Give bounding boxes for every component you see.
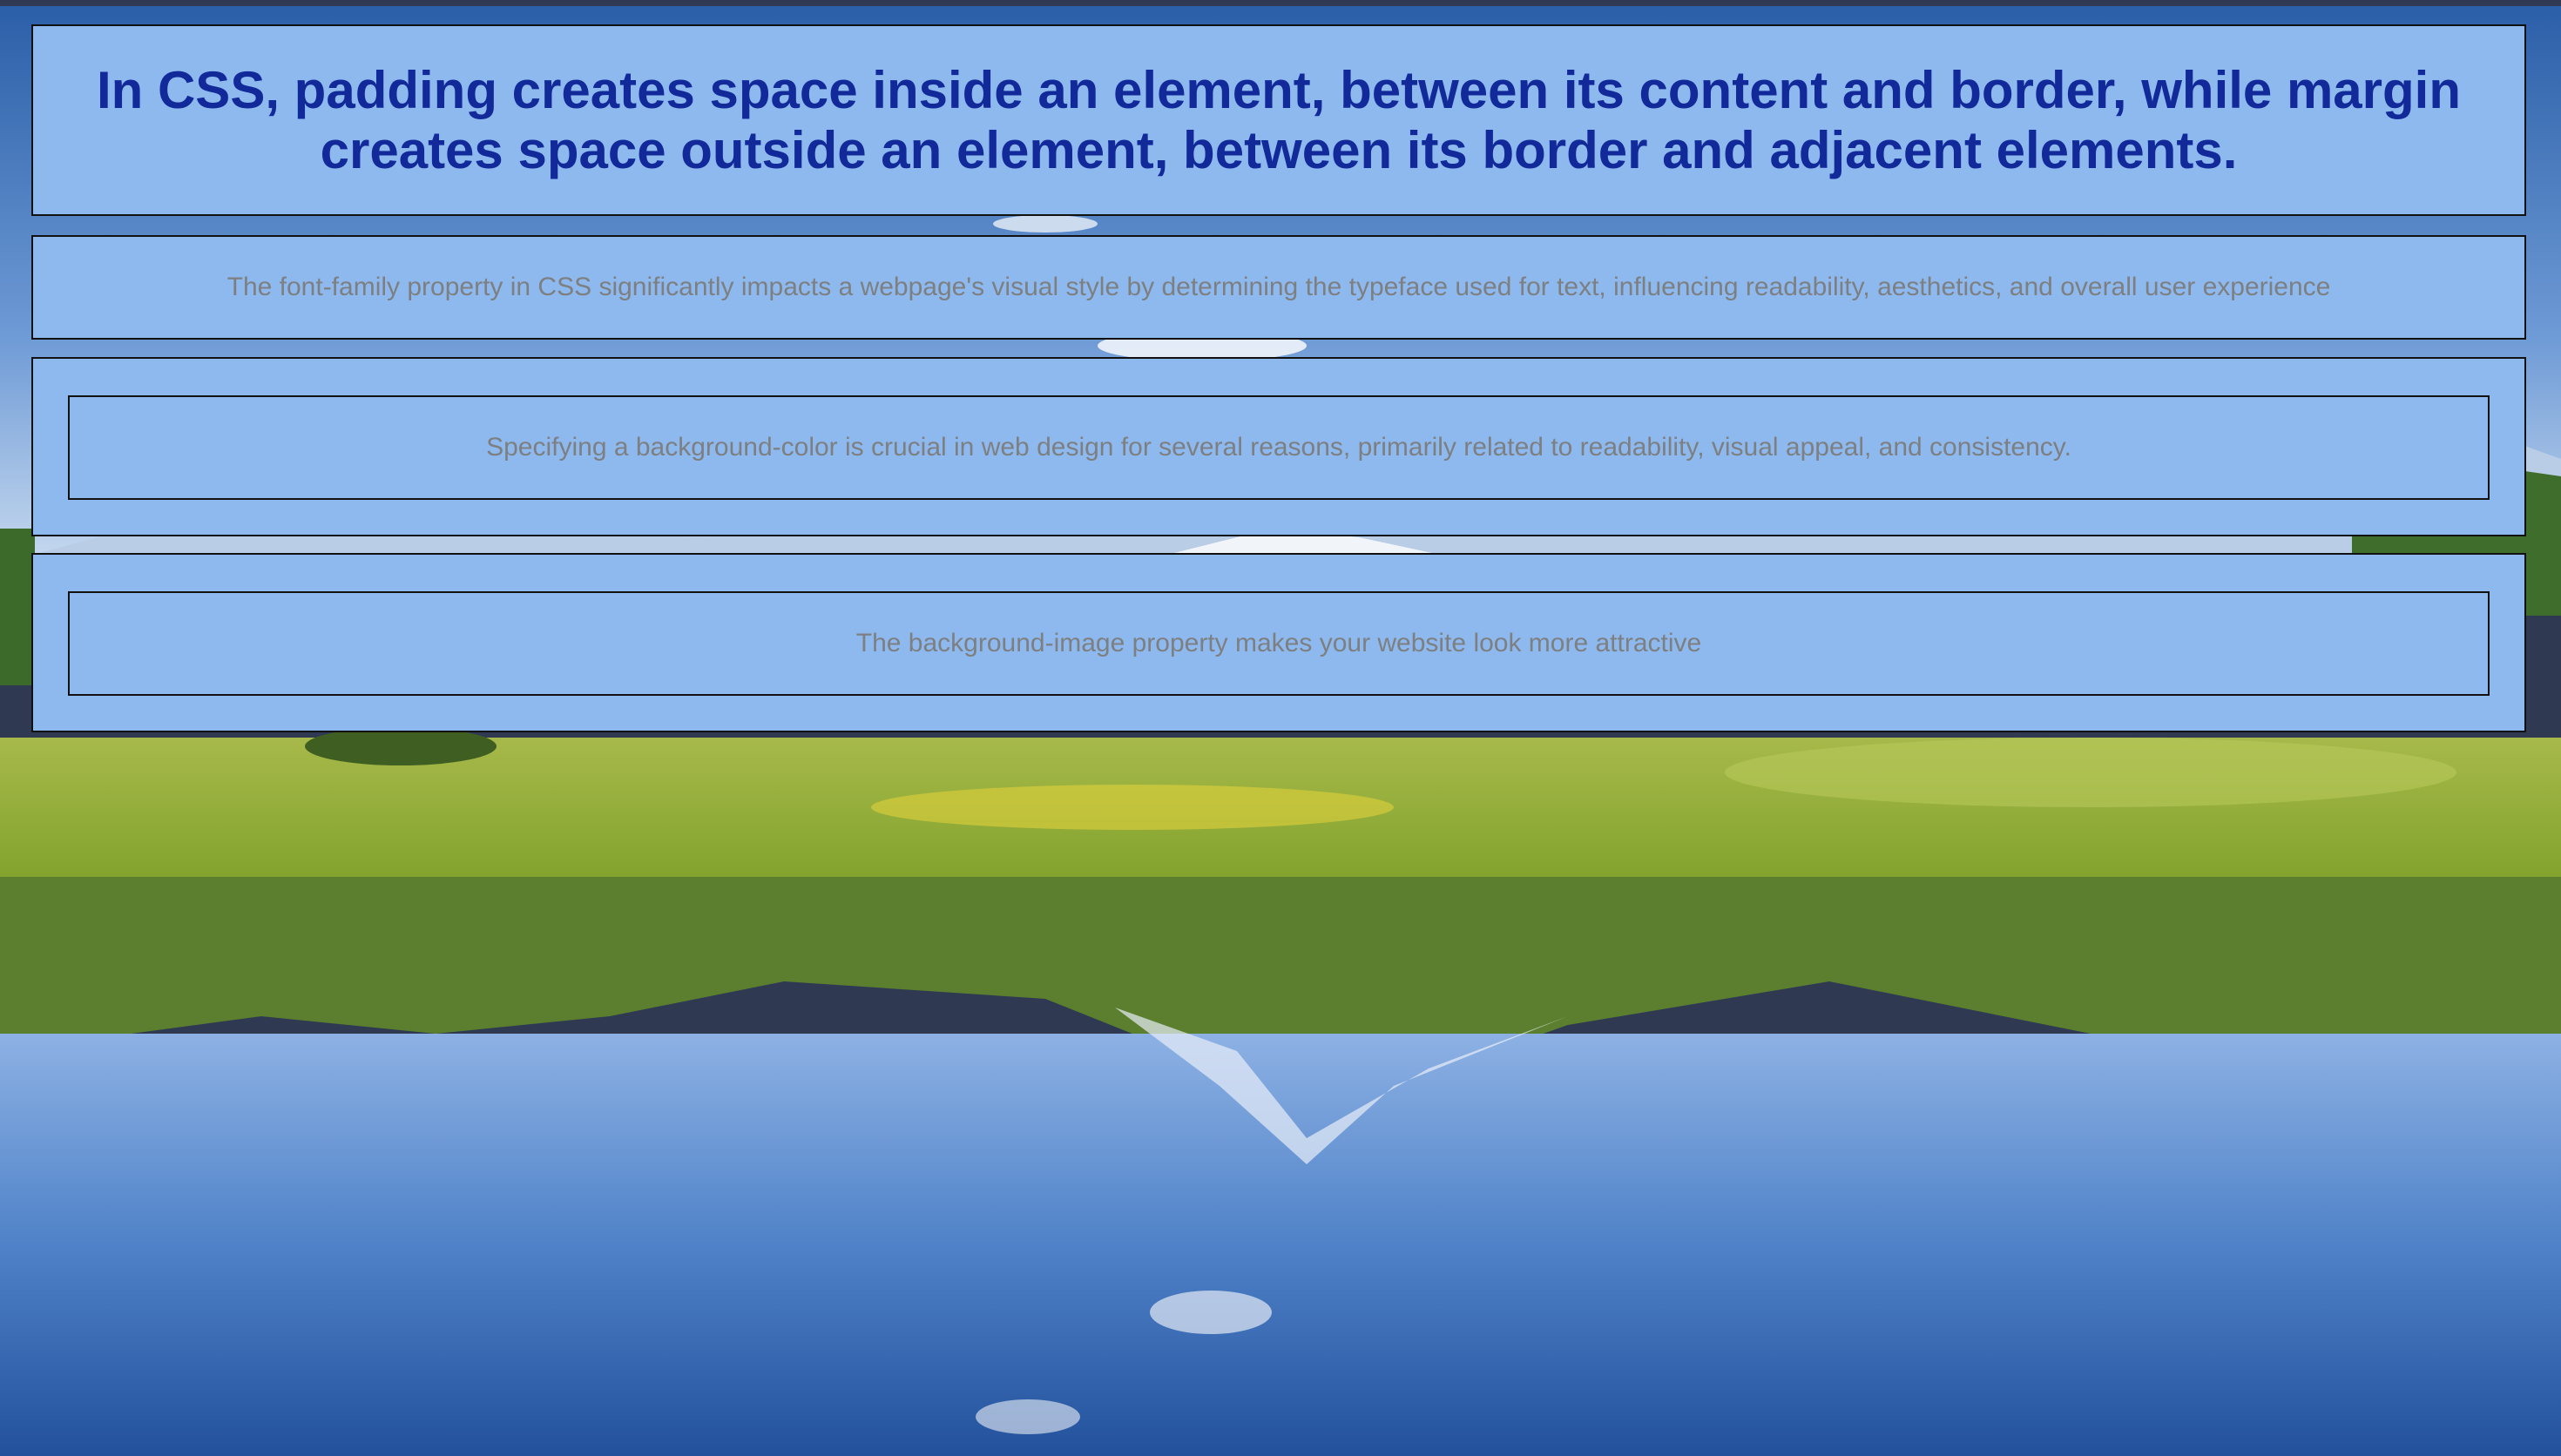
- background-color-text: Specifying a background-color is crucial…: [486, 433, 2071, 462]
- font-family-text: The font-family property in CSS signific…: [226, 273, 2331, 301]
- background-image-text: The background-image property makes your…: [855, 629, 1702, 657]
- background-color-inner-box: Specifying a background-color is crucial…: [68, 395, 2490, 500]
- background-image-inner-box: The background-image property makes your…: [68, 591, 2490, 696]
- heading-panel: In CSS, padding creates space inside an …: [31, 24, 2526, 216]
- background-color-outer-panel: Specifying a background-color is crucial…: [31, 357, 2526, 536]
- page-heading: In CSS, padding creates space inside an …: [96, 61, 2461, 179]
- background-image-outer-panel: The background-image property makes your…: [31, 553, 2526, 732]
- font-family-panel: The font-family property in CSS signific…: [31, 235, 2526, 340]
